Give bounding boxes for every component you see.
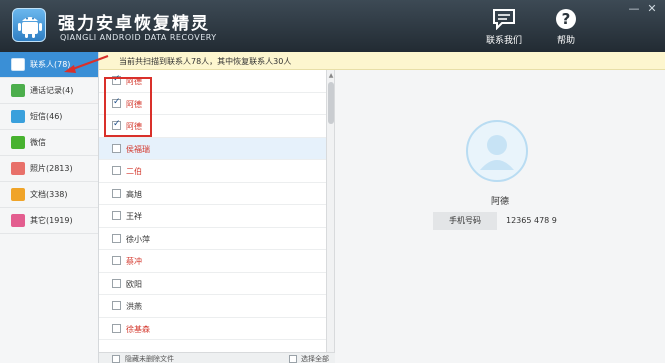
contact-name: 阿德 bbox=[126, 122, 142, 131]
contact-row[interactable]: 王祥 bbox=[99, 205, 326, 228]
sidebar-item-label: 文档(338) bbox=[30, 190, 68, 199]
select-all-label: 选择全部 bbox=[301, 355, 329, 363]
app-window: 强力安卓恢复精灵 QIANGLI ANDROID DATA RECOVERY 联… bbox=[0, 0, 665, 363]
contact-checkbox[interactable] bbox=[112, 301, 121, 310]
contact-checkbox[interactable] bbox=[112, 74, 121, 85]
contact-name: 蔡冲 bbox=[126, 257, 142, 266]
contact-row[interactable]: 二伯 bbox=[99, 160, 326, 183]
sidebar-item[interactable]: 短信(46) bbox=[0, 104, 98, 130]
hide-deleted-checkbox[interactable] bbox=[112, 355, 120, 363]
sidebar-item-label: 通话记录(4) bbox=[30, 86, 74, 95]
contact-row[interactable]: 徐基森 bbox=[99, 318, 326, 340]
other-icon bbox=[11, 214, 25, 227]
contact-checkbox[interactable] bbox=[112, 256, 121, 265]
contact-row[interactable]: 阿德 bbox=[99, 70, 326, 93]
list-scrollbar[interactable]: ▲ bbox=[327, 70, 335, 363]
contact-row[interactable]: 徐小萍 bbox=[99, 228, 326, 250]
contact-name: 洪燕 bbox=[126, 302, 142, 311]
list-footer: 隐藏未删除文件 选择全部 bbox=[99, 352, 335, 363]
contact-row[interactable]: 阿德 bbox=[99, 93, 326, 115]
help-glyph: ? bbox=[562, 10, 571, 28]
contact-name: 二伯 bbox=[126, 167, 142, 176]
title-bar: 强力安卓恢复精灵 QIANGLI ANDROID DATA RECOVERY 联… bbox=[0, 0, 665, 52]
select-all-checkbox[interactable] bbox=[289, 355, 297, 363]
contact-detail-panel: 阿德 手机号码 12365 478 9 bbox=[335, 70, 665, 363]
contact-name: 侯福瑞 bbox=[126, 144, 150, 154]
contact-checkbox[interactable] bbox=[112, 188, 121, 198]
contact-list: 阿德阿德阿德侯福瑞二伯高旭王祥徐小萍蔡冲欧阳洪燕徐基森 bbox=[99, 70, 327, 363]
sidebar-item[interactable]: 其它(1919) bbox=[0, 208, 98, 234]
sidebar-item[interactable]: 照片(2813) bbox=[0, 156, 98, 182]
contact-row[interactable]: 洪燕 bbox=[99, 295, 326, 318]
contact-checkbox[interactable] bbox=[112, 211, 121, 220]
scroll-up-icon[interactable]: ▲ bbox=[327, 72, 335, 79]
hide-deleted-label: 隐藏未删除文件 bbox=[125, 355, 174, 363]
contact-detail-name: 阿德 bbox=[490, 197, 509, 207]
help-button[interactable]: ? 帮助 bbox=[541, 8, 591, 48]
contact-checkbox[interactable] bbox=[112, 323, 121, 333]
contact-checkbox[interactable] bbox=[112, 143, 121, 153]
wechat-icon bbox=[11, 136, 25, 149]
app-subtitle: QIANGLI ANDROID DATA RECOVERY bbox=[60, 33, 217, 42]
contact-name: 欧阳 bbox=[126, 279, 142, 289]
app-title: 强力安卓恢复精灵 bbox=[58, 14, 210, 34]
android-logo-icon bbox=[12, 8, 46, 42]
document-icon bbox=[11, 188, 25, 201]
scroll-thumb[interactable] bbox=[328, 82, 334, 124]
annotation-arrow bbox=[64, 55, 109, 73]
sidebar-item-label: 照片(2813) bbox=[30, 164, 73, 173]
contact-checkbox[interactable] bbox=[112, 278, 121, 288]
contact-avatar-icon bbox=[466, 120, 528, 182]
scan-info-text: 当前共扫描到联系人78人，其中恢复联系人30人 bbox=[119, 57, 292, 66]
contact-name: 徐小萍 bbox=[126, 234, 150, 244]
contact-name: 高旭 bbox=[126, 189, 142, 199]
contact-checkbox[interactable] bbox=[112, 119, 121, 130]
contact-name: 阿德 bbox=[126, 99, 142, 109]
contact-row[interactable]: 侯福瑞 bbox=[99, 137, 326, 160]
contact-name: 徐基森 bbox=[126, 324, 150, 334]
sidebar-item-label: 短信(46) bbox=[30, 112, 63, 121]
contact-checkbox[interactable] bbox=[112, 97, 121, 108]
phone-value: 12365 478 9 bbox=[506, 216, 557, 225]
scan-info-bar: 当前共扫描到联系人78人，其中恢复联系人30人 bbox=[99, 52, 665, 70]
sidebar-item[interactable]: 微信 bbox=[0, 130, 98, 156]
contact-row[interactable]: 欧阳 bbox=[99, 273, 326, 295]
contact-name: 阿德 bbox=[126, 77, 142, 86]
sidebar-item[interactable]: 通话记录(4) bbox=[0, 78, 98, 104]
sms-icon bbox=[11, 110, 25, 123]
help-label: 帮助 bbox=[556, 36, 575, 46]
contact-us-label: 联系我们 bbox=[485, 36, 522, 46]
call-log-icon bbox=[11, 84, 25, 97]
minimize-button[interactable]: — bbox=[627, 3, 641, 15]
chat-icon bbox=[479, 8, 529, 32]
close-button[interactable]: ✕ bbox=[645, 3, 659, 15]
sidebar-item-label: 微信 bbox=[30, 138, 46, 147]
contact-row[interactable]: 蔡冲 bbox=[99, 250, 326, 273]
category-sidebar: 联系人(78) 通话记录(4) 短信(46) 微信 照片(2813) 文档(338) 其它(… bbox=[0, 52, 99, 363]
contact-row[interactable]: 阿德 bbox=[99, 115, 326, 138]
sidebar-item-label: 其它(1919) bbox=[30, 216, 73, 225]
sidebar-item[interactable]: 文档(338) bbox=[0, 182, 98, 208]
contact-name: 王祥 bbox=[126, 212, 142, 221]
contact-checkbox[interactable] bbox=[112, 233, 121, 243]
contacts-icon bbox=[11, 58, 25, 71]
contact-row[interactable]: 高旭 bbox=[99, 183, 326, 205]
contact-us-button[interactable]: 联系我们 bbox=[479, 8, 529, 48]
help-icon: ? bbox=[541, 8, 591, 32]
phone-label: 手机号码 bbox=[433, 212, 497, 230]
photo-icon bbox=[11, 162, 25, 175]
contact-checkbox[interactable] bbox=[112, 166, 121, 175]
